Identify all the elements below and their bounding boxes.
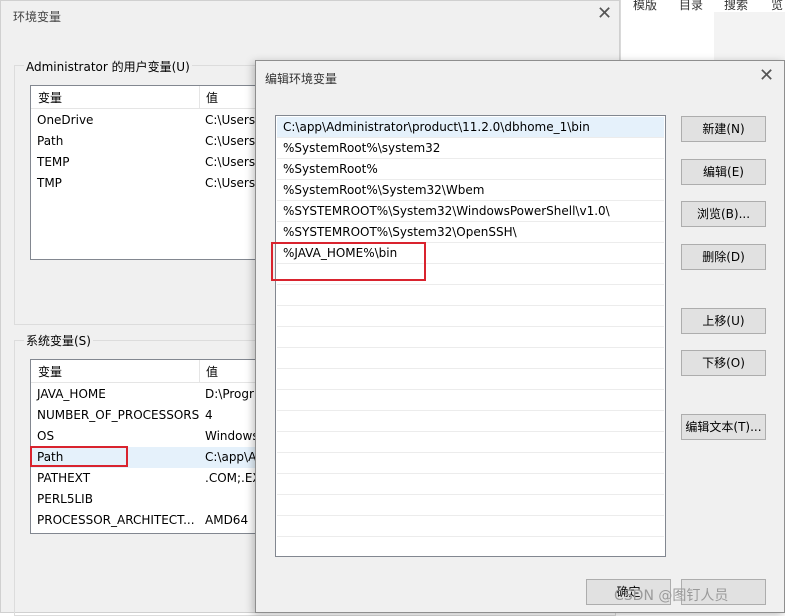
dialog-title: 编辑环境变量 xyxy=(265,72,338,86)
row-value: 4 xyxy=(205,408,213,422)
row-value: C:\app\A xyxy=(205,450,257,464)
list-item-empty[interactable] xyxy=(277,474,664,495)
row-name: TMP xyxy=(37,176,62,190)
row-name: PATHEXT xyxy=(37,471,91,485)
background-tab[interactable]: 目录 xyxy=(679,0,703,13)
path-highlight-box xyxy=(30,446,128,467)
list-item-empty[interactable] xyxy=(277,285,664,306)
table-row[interactable]: OS Windows xyxy=(31,426,269,447)
table-row[interactable]: PERL5LIB xyxy=(31,489,269,510)
list-item[interactable]: %SystemRoot% xyxy=(277,159,664,180)
table-row[interactable]: NUMBER_OF_PROCESSORS 4 xyxy=(31,405,269,426)
row-name: JAVA_HOME xyxy=(37,387,106,401)
list-header: 变量 值 xyxy=(31,360,269,383)
edit-env-variable-dialog: 编辑环境变量 ✕ C:\app\Administrator\product\11… xyxy=(255,60,785,613)
column-header-name[interactable]: 变量 xyxy=(38,363,62,380)
table-row[interactable]: TEMP C:\Users\ xyxy=(31,152,269,173)
list-item-empty[interactable] xyxy=(277,495,664,516)
path-entries-list[interactable]: C:\app\Administrator\product\11.2.0\dbho… xyxy=(275,115,666,557)
dialog-title: 环境变量 xyxy=(13,10,62,24)
edit-button[interactable]: 编辑(E) xyxy=(681,159,766,185)
row-name: OS xyxy=(37,429,55,443)
user-variables-list[interactable]: 变量 值 OneDrive C:\Users\ Path C:\Users\ T… xyxy=(30,85,270,260)
list-item-empty[interactable] xyxy=(277,306,664,327)
watermark: CSDN @图钉人员 xyxy=(614,588,729,604)
list-item-empty[interactable] xyxy=(277,411,664,432)
list-item[interactable]: %SystemRoot%\System32\Wbem xyxy=(277,180,664,201)
row-name: TEMP xyxy=(37,155,70,169)
list-item-empty[interactable] xyxy=(277,390,664,411)
list-item[interactable]: %SYSTEMROOT%\System32\OpenSSH\ xyxy=(277,222,664,243)
edit-text-button[interactable]: 编辑文本(T)... xyxy=(681,414,766,440)
row-value: C:\Users\ xyxy=(205,155,260,169)
row-value: C:\Users\ xyxy=(205,113,260,127)
list-item-selected[interactable]: C:\app\Administrator\product\11.2.0\dbho… xyxy=(277,117,664,138)
table-row[interactable]: PROCESSOR_ARCHITECT... AMD64 xyxy=(31,510,269,531)
delete-button[interactable]: 删除(D) xyxy=(681,244,766,270)
list-item-empty[interactable] xyxy=(277,432,664,453)
list-item-empty[interactable] xyxy=(277,327,664,348)
background-tabs: 模版 目录 搜索 览 xyxy=(621,0,785,12)
list-header: 变量 值 xyxy=(31,86,269,109)
close-icon[interactable]: ✕ xyxy=(597,4,612,24)
move-down-button[interactable]: 下移(O) xyxy=(681,350,766,376)
column-header-value[interactable]: 值 xyxy=(206,89,218,106)
close-icon[interactable]: ✕ xyxy=(759,66,774,86)
row-name: Path xyxy=(37,134,64,148)
entry-text: %SYSTEMROOT%\System32\WindowsPowerShell\… xyxy=(283,204,610,218)
list-item-empty[interactable] xyxy=(277,348,664,369)
browse-button[interactable]: 浏览(B)... xyxy=(681,201,766,227)
column-divider[interactable] xyxy=(199,360,200,382)
column-header-value[interactable]: 值 xyxy=(206,363,218,380)
row-name: NUMBER_OF_PROCESSORS xyxy=(37,408,200,422)
move-up-button[interactable]: 上移(U) xyxy=(681,308,766,334)
background-tab[interactable]: 模版 xyxy=(633,0,657,13)
row-name: PERL5LIB xyxy=(37,492,93,506)
row-value: C:\Users\ xyxy=(205,176,260,190)
list-item-empty[interactable] xyxy=(277,369,664,390)
table-row[interactable]: TMP C:\Users\ xyxy=(31,173,269,194)
list-item-empty[interactable] xyxy=(277,453,664,474)
entry-text: C:\app\Administrator\product\11.2.0\dbho… xyxy=(283,120,590,134)
list-item[interactable]: %SYSTEMROOT%\System32\WindowsPowerShell\… xyxy=(277,201,664,222)
row-name: OneDrive xyxy=(37,113,94,127)
new-button[interactable]: 新建(N) xyxy=(681,116,766,142)
row-value: .COM;.EX xyxy=(205,471,261,485)
table-row[interactable]: JAVA_HOME D:\Progr xyxy=(31,384,269,405)
entry-text: %SystemRoot%\System32\Wbem xyxy=(283,183,485,197)
column-divider[interactable] xyxy=(199,86,200,108)
entry-text: %SYSTEMROOT%\System32\OpenSSH\ xyxy=(283,225,517,239)
list-item[interactable]: %SystemRoot%\system32 xyxy=(277,138,664,159)
user-variables-label: Administrator 的用户变量(U) xyxy=(24,58,192,75)
column-header-name[interactable]: 变量 xyxy=(38,89,62,106)
row-value: AMD64 xyxy=(205,513,249,527)
row-value: D:\Progr xyxy=(205,387,254,401)
table-row[interactable]: Path C:\Users\ xyxy=(31,131,269,152)
row-name: PROCESSOR_ARCHITECT... xyxy=(37,513,195,527)
table-row[interactable]: OneDrive C:\Users\ xyxy=(31,110,269,131)
java-home-highlight-box xyxy=(271,242,426,281)
list-item-empty[interactable] xyxy=(277,516,664,537)
system-variables-label: 系统变量(S) xyxy=(24,332,93,349)
entry-text: %SystemRoot% xyxy=(283,162,378,176)
table-row[interactable]: PATHEXT .COM;.EX xyxy=(31,468,269,489)
row-value: C:\Users\ xyxy=(205,134,260,148)
entry-text: %SystemRoot%\system32 xyxy=(283,141,441,155)
row-value: Windows xyxy=(205,429,259,443)
